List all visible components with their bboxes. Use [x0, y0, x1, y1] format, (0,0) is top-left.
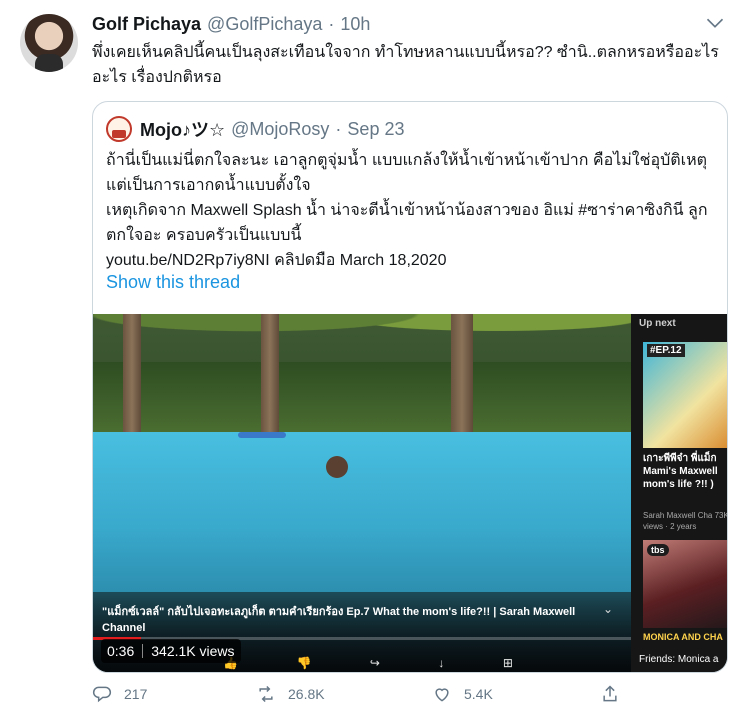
tweet: Golf Pichaya @GolfPichaya · 10h พึ่งเคยเ…: [0, 0, 746, 720]
separator-dot: ·: [328, 14, 335, 34]
thumbs-down-icon: 👎: [296, 656, 312, 670]
author-name[interactable]: Golf Pichaya: [92, 14, 201, 35]
reply-count: 217: [124, 686, 148, 702]
palm-fronds: [93, 314, 631, 354]
palm-trunk: [451, 314, 473, 434]
chevron-down-icon[interactable]: [706, 16, 728, 32]
up-next-2-title: Friends: Monica a: [639, 654, 719, 665]
reply-button[interactable]: 217: [92, 684, 147, 704]
tweet-actions: 217 26.8K 5.4K: [92, 684, 712, 708]
chevron-down-icon: ⌄: [603, 602, 614, 616]
up-next-2-label: MONICA AND CHA: [643, 632, 723, 642]
video-player[interactable]: "แม็กซ์เวลล์" กลับไปเจอทะเลภูเก็ต ตามคำเ…: [93, 314, 728, 672]
episode-badge: #EP.12: [647, 344, 685, 357]
quoted-author-name: Mojo♪ツ☆: [140, 120, 226, 140]
like-count: 5.4K: [464, 686, 493, 702]
share-icon: [603, 685, 617, 702]
retweet-count: 26.8K: [288, 686, 325, 702]
palm-trunk: [261, 314, 279, 434]
retweet-button[interactable]: 26.8K: [256, 684, 325, 704]
embedded-video-title: "แม็กซ์เวลล์" กลับไปเจอทะเลภูเก็ต ตามคำเ…: [102, 606, 576, 634]
swimmer-head: [326, 456, 348, 478]
tweet-header: Golf Pichaya @GolfPichaya · 10h: [92, 14, 370, 35]
video-views: 342.1K views: [151, 643, 235, 659]
up-next-label: Up next: [639, 318, 676, 329]
badge-divider: [142, 644, 144, 658]
palm-trunk: [123, 314, 141, 434]
share-icon: ↪: [369, 656, 380, 670]
quoted-author-handle: @MojoRosy: [231, 118, 330, 139]
chevron-down-icon-glyph: [706, 18, 724, 28]
author-avatar[interactable]: [20, 14, 78, 72]
channel-badge: tbs: [647, 544, 669, 556]
embedded-video-controls: 👍 👎 ↪ ↓ ⊞: [223, 656, 513, 672]
like-button[interactable]: 5.4K: [432, 684, 493, 704]
up-next-title: เกาะพีพีจ๋า พี่แม็ก Mami's Maxwell mom's…: [643, 453, 718, 490]
author-handle[interactable]: @GolfPichaya: [207, 14, 322, 35]
separator-dot: ·: [335, 118, 342, 139]
up-next-panel: Up next #EP.12 เกาะพีพีจ๋า พี่แม็ก Mami'…: [631, 314, 728, 672]
tweet-text: พึ่งเคยเห็นคลิปนี้คนเป็นลุงสะเทือนใจจาก …: [92, 44, 719, 86]
quoted-tweet-header: Mojo♪ツ☆ @MojoRosy · Sep 23: [106, 116, 404, 142]
video-duration: 0:36: [107, 643, 135, 659]
video-frame[interactable]: "แม็กซ์เวลล์" กลับไปเจอทะเลภูเก็ต ตามคำเ…: [93, 314, 631, 672]
download-icon: ↓: [438, 656, 445, 670]
up-next-meta: Sarah Maxwell Cha 73K views · 2 years: [643, 511, 728, 531]
tweet-timestamp[interactable]: 10h: [340, 14, 370, 35]
reply-icon: [92, 686, 112, 703]
pool-water: [93, 432, 631, 592]
quoted-tweet[interactable]: Mojo♪ツ☆ @MojoRosy · Sep 23 ถ้านี่เป็นแม่…: [92, 101, 728, 673]
quoted-text-line: ถ้านี่เป็นแม่นี่ตกใจละนะ เอาลูกตูจุ่มน้ำ…: [106, 152, 708, 194]
save-icon: ⊞: [502, 656, 513, 670]
video-stats-badge: 0:36 342.1K views: [101, 639, 241, 663]
show-thread-link[interactable]: Show this thread: [106, 272, 240, 293]
quoted-text-line: เหตุเกิดจาก Maxwell Splash น้ำ น่าจะตีน้…: [106, 202, 708, 244]
up-next-thumbnail: [643, 342, 727, 448]
hedge: [93, 362, 631, 434]
quoted-tweet-timestamp: Sep 23: [347, 118, 405, 139]
quoted-text-link-line[interactable]: youtu.be/ND2Rp7iy8NI คลิปดมือ March 18,2…: [106, 248, 716, 273]
quoted-tweet-text: ถ้านี่เป็นแม่นี่ตกใจละนะ เอาลูกตูจุ่มน้ำ…: [106, 148, 716, 273]
quoted-author-avatar: [106, 116, 132, 142]
share-button[interactable]: [600, 684, 632, 704]
heart-icon: [435, 688, 449, 702]
pool-float: [238, 432, 286, 438]
retweet-icon: [259, 685, 273, 703]
